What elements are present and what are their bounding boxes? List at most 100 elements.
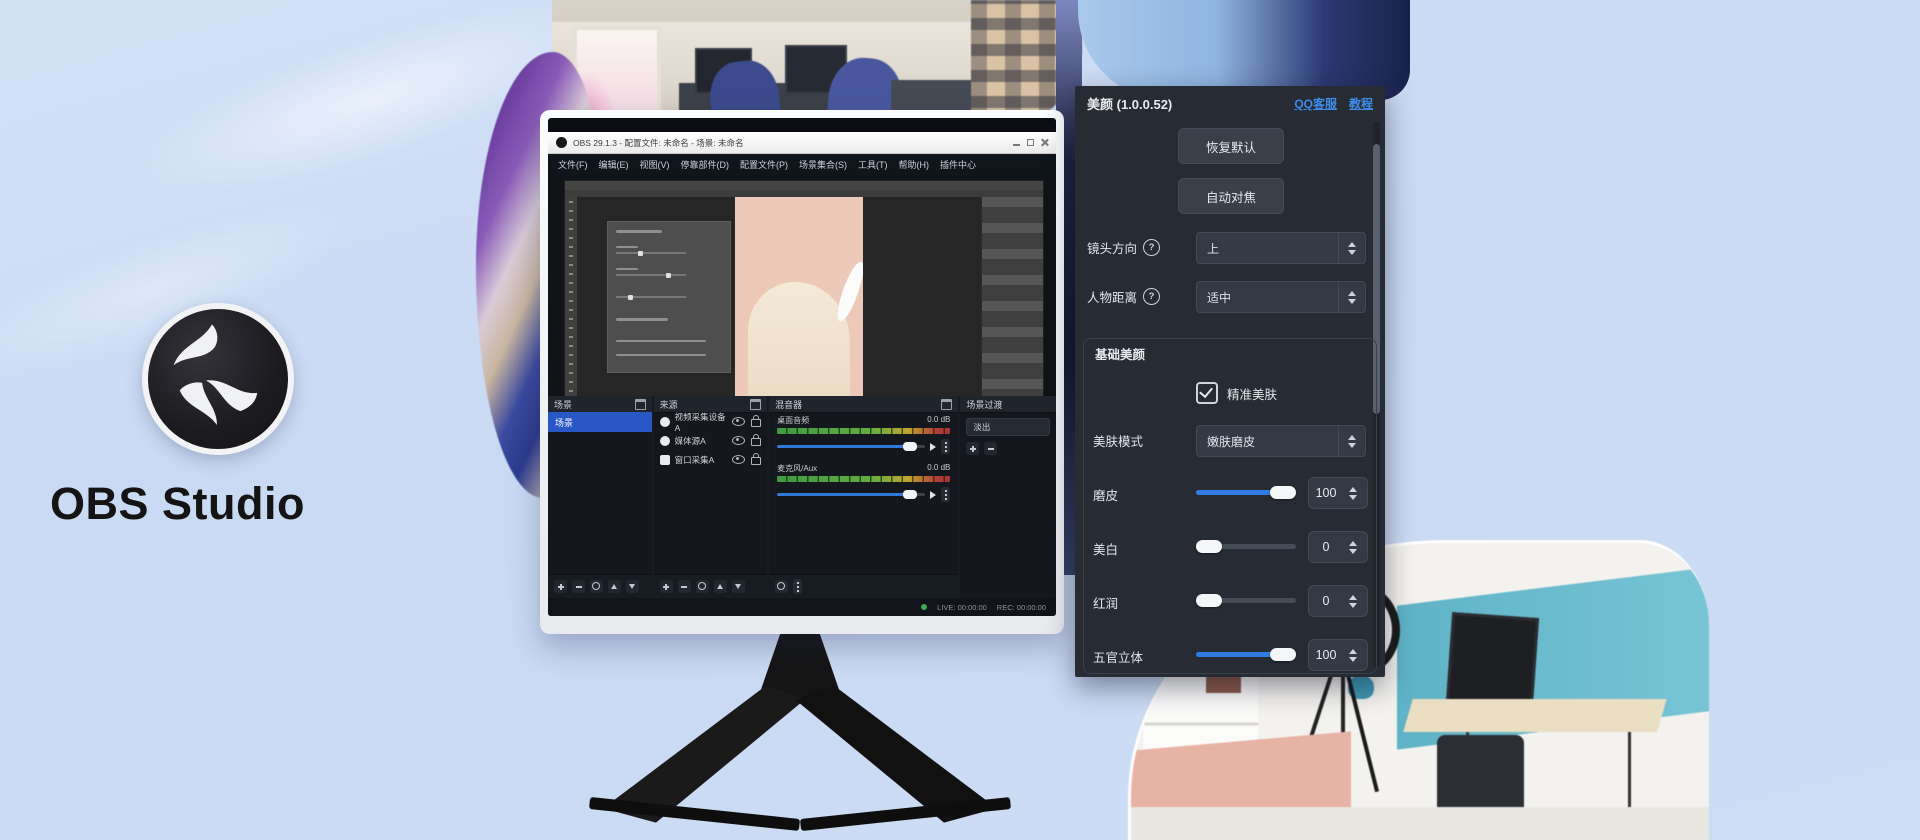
speaker-icon[interactable] bbox=[930, 443, 936, 451]
channel-menu-icon[interactable] bbox=[941, 439, 950, 454]
spinner-arrows-icon[interactable] bbox=[1343, 541, 1367, 554]
source-row[interactable]: 窗口采集A bbox=[654, 450, 768, 469]
live-time: LIVE: 00:00:00 bbox=[937, 603, 987, 612]
restore-defaults-button[interactable]: 恢复默认 bbox=[1178, 128, 1284, 164]
rosy-spinbox[interactable]: 0 bbox=[1308, 585, 1368, 617]
lock-icon[interactable] bbox=[751, 438, 761, 446]
obs-menu-bar: 文件(F) 编辑(E) 视图(V) 停靠部件(D) 配置文件(P) 场景集合(S… bbox=[548, 154, 1056, 174]
channel-menu-icon[interactable] bbox=[941, 487, 950, 502]
obs-logo-icon bbox=[142, 303, 294, 455]
tutorial-link[interactable]: 教程 bbox=[1349, 95, 1373, 112]
whitening-spinbox[interactable]: 0 bbox=[1308, 531, 1368, 563]
minimize-icon[interactable] bbox=[1013, 139, 1020, 146]
beauty-plugin-panel: 美颜 (1.0.0.52) QQ客服 教程 恢复默认 自动对焦 镜头方向 ? 上… bbox=[1075, 86, 1385, 677]
volume-slider-handle[interactable] bbox=[903, 442, 917, 451]
spinner-arrows-icon[interactable] bbox=[1343, 487, 1367, 500]
maximize-icon[interactable] bbox=[1027, 139, 1034, 146]
channel-name: 桌面音频 bbox=[777, 415, 809, 426]
camera-direction-select[interactable]: 上 bbox=[1196, 232, 1366, 264]
source-properties-button[interactable] bbox=[696, 580, 709, 593]
menu-docks[interactable]: 停靠部件(D) bbox=[681, 158, 730, 171]
scene-properties-button[interactable] bbox=[590, 580, 603, 593]
mixer-channel: 桌面音频0.0 dB bbox=[769, 412, 958, 454]
dock-collapse-icon[interactable] bbox=[750, 399, 761, 410]
menu-tools[interactable]: 工具(T) bbox=[858, 158, 888, 171]
rec-time: REC: 00:00:00 bbox=[997, 603, 1046, 612]
auto-focus-button[interactable]: 自动对焦 bbox=[1178, 178, 1284, 214]
obs-status-bar: LIVE: 00:00:00 REC: 00:00:00 bbox=[548, 598, 1056, 616]
smoothing-label: 磨皮 bbox=[1093, 485, 1118, 504]
menu-help[interactable]: 帮助(H) bbox=[899, 158, 930, 171]
rosy-slider-handle[interactable] bbox=[1196, 594, 1222, 607]
menu-view[interactable]: 视图(V) bbox=[640, 158, 670, 171]
remove-scene-button[interactable] bbox=[572, 580, 585, 593]
face-3d-label: 五官立体 bbox=[1093, 647, 1143, 666]
menu-file[interactable]: 文件(F) bbox=[558, 158, 588, 171]
obs-docks: 场景 场景 来源 视频采集设备A bbox=[548, 396, 1056, 598]
source-row[interactable]: 视频采集设备A bbox=[654, 412, 768, 431]
visibility-eye-icon[interactable] bbox=[732, 455, 745, 464]
speaker-icon[interactable] bbox=[930, 491, 936, 499]
face-3d-slider-handle[interactable] bbox=[1270, 648, 1296, 661]
whitening-slider-handle[interactable] bbox=[1196, 540, 1222, 553]
face-3d-spinbox[interactable]: 100 bbox=[1308, 639, 1368, 671]
spinner-arrows-icon[interactable] bbox=[1338, 233, 1365, 263]
menu-plugin-center[interactable]: 插件中心 bbox=[940, 158, 976, 171]
add-transition-button[interactable] bbox=[966, 442, 979, 455]
sources-dock-title: 来源 bbox=[660, 398, 678, 411]
subject-distance-label: 人物距离 ? bbox=[1087, 287, 1160, 306]
add-source-button[interactable] bbox=[660, 580, 673, 593]
smoothing-spinbox[interactable]: 100 bbox=[1308, 477, 1368, 509]
spinner-arrows-icon[interactable] bbox=[1338, 426, 1365, 456]
volume-slider-handle[interactable] bbox=[903, 490, 917, 499]
dock-collapse-icon[interactable] bbox=[941, 399, 952, 410]
visibility-eye-icon[interactable] bbox=[732, 436, 745, 445]
sources-dock: 来源 视频采集设备A 媒体源A 窗口采集A bbox=[654, 396, 768, 598]
add-scene-button[interactable] bbox=[554, 580, 567, 593]
whitening-label: 美白 bbox=[1093, 539, 1118, 558]
rosy-slider[interactable] bbox=[1196, 598, 1296, 603]
whitening-slider[interactable] bbox=[1196, 544, 1296, 549]
camera-direction-label: 镜头方向 ? bbox=[1087, 238, 1160, 257]
background-blob-wing bbox=[1078, 0, 1410, 100]
transition-select[interactable]: 淡出 bbox=[966, 418, 1050, 436]
scene-move-down-button[interactable] bbox=[626, 580, 639, 593]
subject-distance-select[interactable]: 适中 bbox=[1196, 281, 1366, 313]
spinner-arrows-icon[interactable] bbox=[1338, 282, 1365, 312]
scene-row-selected[interactable]: 场景 bbox=[548, 412, 652, 432]
mixer-settings-button[interactable] bbox=[775, 580, 788, 593]
source-row[interactable]: 媒体源A bbox=[654, 431, 768, 450]
source-move-down-button[interactable] bbox=[732, 580, 745, 593]
qq-support-link[interactable]: QQ客服 bbox=[1294, 95, 1337, 112]
beauty-panel-title: 美颜 (1.0.0.52) bbox=[1087, 94, 1172, 113]
lock-icon[interactable] bbox=[751, 419, 761, 427]
menu-scene-collection[interactable]: 场景集合(S) bbox=[799, 158, 847, 171]
help-icon[interactable]: ? bbox=[1143, 239, 1160, 256]
mixer-menu-icon[interactable] bbox=[793, 579, 802, 594]
lock-icon[interactable] bbox=[751, 457, 761, 465]
spinner-arrows-icon[interactable] bbox=[1343, 649, 1367, 662]
help-icon[interactable]: ? bbox=[1143, 288, 1160, 305]
channel-name: 麦克风/Aux bbox=[777, 463, 817, 474]
remove-source-button[interactable] bbox=[678, 580, 691, 593]
visibility-eye-icon[interactable] bbox=[732, 417, 745, 426]
volume-slider[interactable] bbox=[777, 493, 925, 496]
face-3d-slider[interactable] bbox=[1196, 652, 1296, 657]
stream-status-icon bbox=[921, 604, 927, 610]
dock-collapse-icon[interactable] bbox=[635, 399, 646, 410]
smoothing-slider[interactable] bbox=[1196, 490, 1296, 495]
menu-edit[interactable]: 编辑(E) bbox=[599, 158, 629, 171]
menu-profile[interactable]: 配置文件(P) bbox=[740, 158, 788, 171]
remove-transition-button[interactable] bbox=[984, 442, 997, 455]
editor-toolbox bbox=[565, 197, 577, 421]
sources-toolbar bbox=[654, 574, 768, 598]
volume-slider[interactable] bbox=[777, 445, 925, 448]
basic-beauty-title: 基础美颜 bbox=[1095, 344, 1145, 363]
source-move-up-button[interactable] bbox=[714, 580, 727, 593]
smoothing-slider-handle[interactable] bbox=[1270, 486, 1296, 499]
skin-mode-select[interactable]: 嫩肤磨皮 bbox=[1196, 425, 1366, 457]
close-icon[interactable] bbox=[1041, 139, 1048, 146]
precise-skin-checkbox[interactable] bbox=[1196, 382, 1218, 404]
spinner-arrows-icon[interactable] bbox=[1343, 595, 1367, 608]
scene-move-up-button[interactable] bbox=[608, 580, 621, 593]
